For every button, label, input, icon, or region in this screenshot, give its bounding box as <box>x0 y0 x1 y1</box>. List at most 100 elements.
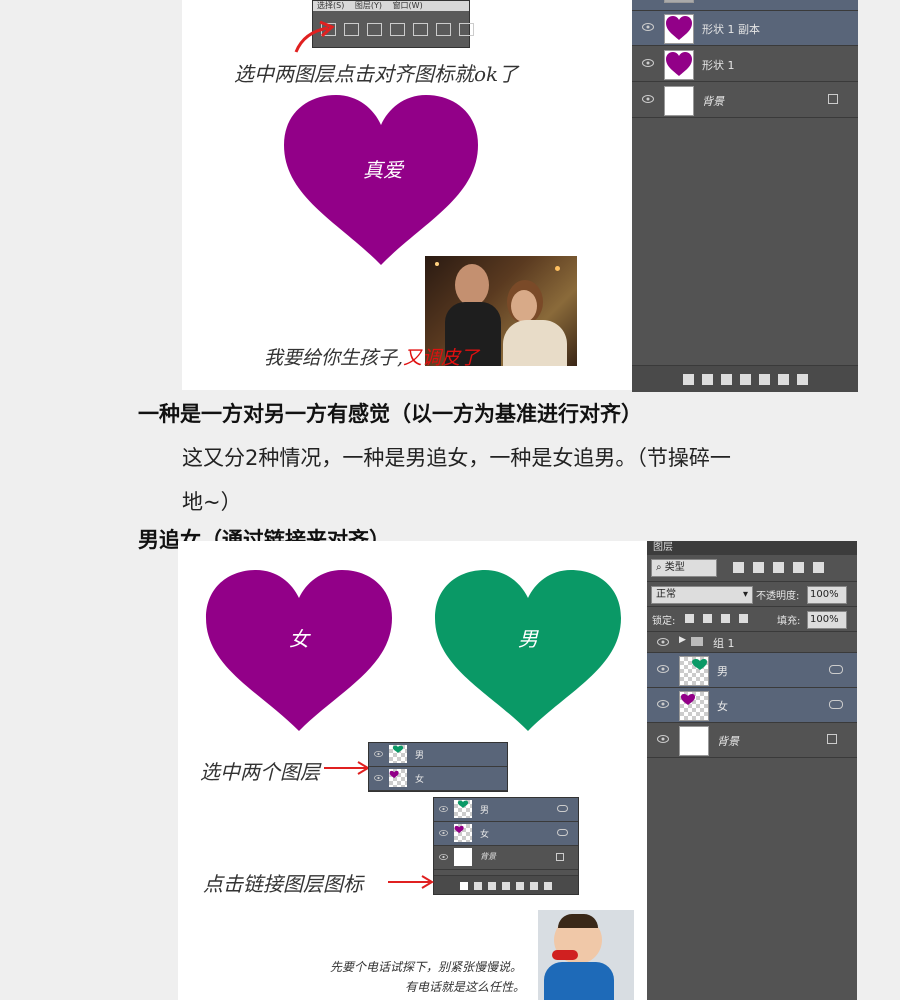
eye-icon[interactable] <box>374 775 383 781</box>
layer-label: 男 <box>717 665 728 678</box>
fill-input[interactable]: 100% <box>807 611 847 629</box>
layer-label: 男 <box>480 806 490 816</box>
filter-dropdown[interactable]: ⌕ 类型 <box>651 559 717 577</box>
blend-mode-select[interactable]: 正常 ▾ <box>651 586 753 604</box>
link-icon <box>557 805 568 812</box>
align-horizontal-centers-button[interactable] <box>413 23 428 36</box>
layer-row-shape[interactable]: 形状 1 <box>632 47 858 82</box>
heart-thumb-icon <box>454 825 464 833</box>
lock-position-icon[interactable] <box>721 614 730 623</box>
filter-pixel-icon[interactable] <box>733 562 744 573</box>
fx-icon[interactable] <box>701 374 713 385</box>
link-layers-icon[interactable] <box>460 881 468 890</box>
layer-row-shape-copy[interactable]: 形状 1 副本 <box>632 11 858 46</box>
filter-shape-icon[interactable] <box>793 562 804 573</box>
red-arrow-icon <box>294 20 335 53</box>
eye-icon[interactable] <box>657 700 669 708</box>
lock-transparent-icon[interactable] <box>685 614 694 623</box>
link-icon <box>557 829 568 836</box>
caption-photo-red: 又调皮了 <box>403 347 480 369</box>
heart-thumb-icon <box>389 770 399 778</box>
layer-row-background[interactable]: 背景 <box>647 723 857 758</box>
lock-icon <box>828 94 838 104</box>
layer-label: 女 <box>717 700 728 713</box>
red-arrow-icon <box>388 875 434 889</box>
layer-row-male[interactable]: 男 <box>647 653 857 688</box>
align-bottom-edges-button[interactable] <box>367 23 382 36</box>
align-left-edges-button[interactable] <box>390 23 405 36</box>
link-layers-icon[interactable] <box>682 374 694 385</box>
new-layer-icon[interactable] <box>530 881 538 890</box>
link-icon <box>829 665 843 674</box>
heart-female: 女 <box>206 570 392 731</box>
new-group-icon[interactable] <box>516 881 524 890</box>
section1-heading: 一种是一方对另一方有感觉（以一方为基准进行对齐） <box>138 402 642 426</box>
layer-label: 女 <box>415 775 425 785</box>
filter-type-icon[interactable] <box>773 562 784 573</box>
eye-icon[interactable] <box>657 665 669 673</box>
eye-icon[interactable] <box>642 59 654 67</box>
trash-icon[interactable] <box>544 881 552 890</box>
eye-icon[interactable] <box>439 830 448 836</box>
eye-icon[interactable] <box>642 95 654 103</box>
shape-thumbnail <box>664 14 694 44</box>
filter-smart-icon[interactable] <box>813 562 824 573</box>
layer-thumbnail <box>679 656 709 686</box>
eye-icon[interactable] <box>439 854 448 860</box>
align-right-edges-button[interactable] <box>436 23 451 36</box>
distribute-button[interactable] <box>459 23 474 36</box>
red-arrow-icon <box>324 761 370 775</box>
caption-align: 选中两图层点击对齐图标就ok了 <box>234 62 519 86</box>
adjustment-icon[interactable] <box>739 374 751 385</box>
caption-photo: 我要给你生孩子,又调皮了 <box>264 343 479 370</box>
layer-label: 形状 1 <box>702 59 735 72</box>
menu-item-window[interactable]: 窗口(W) <box>393 1 423 10</box>
caption-photo-prefix: 我要给你生孩子, <box>264 347 404 369</box>
layer-row-group[interactable]: ▶ 组 1 <box>647 632 857 653</box>
mini-layer-row-male[interactable]: 男 <box>369 743 507 767</box>
layer-thumbnail <box>454 800 472 818</box>
opacity-value: 100% <box>810 589 839 600</box>
heart-label-true-love: 真爱 <box>363 158 405 182</box>
lock-all-icon[interactable] <box>739 614 748 623</box>
eye-icon[interactable] <box>657 638 669 646</box>
menu-item-layer[interactable]: 图层(Y) <box>355 1 382 10</box>
eye-icon[interactable] <box>657 735 669 743</box>
trash-icon[interactable] <box>796 374 808 385</box>
mini-layer-row-female[interactable]: 女 <box>369 767 507 791</box>
blend-row: 正常 ▾ 不透明度: 100% <box>647 581 857 606</box>
section1-body-line1: 这又分2种情况，一种是男追女，一种是女追男。（节操碎一 <box>182 446 731 470</box>
folder-icon <box>664 0 694 3</box>
layer-row-background[interactable]: 背景 <box>632 83 858 118</box>
menu-item-select[interactable]: 选择(S) <box>317 1 344 10</box>
expand-triangle-icon[interactable]: ▶ <box>679 635 686 645</box>
layer-thumbnail <box>389 745 407 763</box>
heart-thumb-icon <box>681 694 695 705</box>
eye-icon[interactable] <box>439 806 448 812</box>
layer-label: 背景 <box>480 852 496 861</box>
mask-icon[interactable] <box>720 374 732 385</box>
layer-row-female[interactable]: 女 <box>647 688 857 723</box>
lock-image-icon[interactable] <box>703 614 712 623</box>
layer-row-group[interactable]: 组 1 <box>632 0 858 11</box>
mini-layer-row-background[interactable]: 背景 <box>434 846 578 870</box>
fx-icon[interactable] <box>474 881 482 890</box>
eye-icon[interactable] <box>642 23 654 31</box>
opacity-input[interactable]: 100% <box>807 586 847 604</box>
mini-layer-row-female[interactable]: 女 <box>434 822 578 846</box>
heart-true-love: 真爱 <box>284 95 478 265</box>
caption-bottom-line1: 先要个电话试探下，别紧张慢慢说。 <box>330 960 523 974</box>
mini-layer-row-male[interactable]: 男 <box>434 798 578 822</box>
mask-icon[interactable] <box>488 881 496 890</box>
filter-adjustment-icon[interactable] <box>753 562 764 573</box>
new-group-icon[interactable] <box>758 374 770 385</box>
align-vertical-centers-button[interactable] <box>344 23 359 36</box>
new-layer-icon[interactable] <box>777 374 789 385</box>
layer-label: 男 <box>415 751 425 761</box>
layer-thumbnail <box>679 691 709 721</box>
eye-icon[interactable] <box>374 751 383 757</box>
mini-layers-footer <box>434 875 578 894</box>
filter-label: 类型 <box>664 562 685 573</box>
layer-thumbnail <box>454 848 472 866</box>
adjustment-icon[interactable] <box>502 881 510 890</box>
